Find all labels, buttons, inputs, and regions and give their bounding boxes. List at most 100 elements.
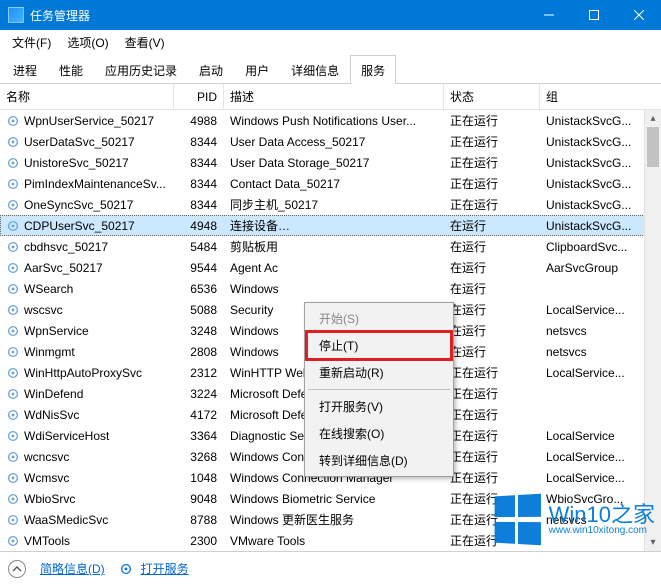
service-pid: 2300 (190, 534, 217, 548)
cm-search-online[interactable]: 在线搜索(O) (307, 420, 451, 447)
menu-view[interactable]: 查看(V) (117, 31, 173, 54)
content-area: 名称 PID 描述 状态 组 WpnUserService_502174988W… (0, 84, 661, 551)
cm-open-services[interactable]: 打开服务(V) (307, 393, 451, 420)
table-row[interactable]: UnistoreSvc_502178344User Data Storage_5… (0, 152, 661, 173)
table-row[interactable]: UserDataSvc_502178344User Data Access_50… (0, 131, 661, 152)
chevron-up-icon[interactable] (8, 560, 26, 578)
service-name: UnistoreSvc_50217 (24, 156, 129, 170)
service-status: 正在运行 (450, 196, 498, 213)
tab-users[interactable]: 用户 (234, 55, 280, 84)
service-group: LocalService... (546, 450, 625, 464)
menu-options[interactable]: 选项(O) (59, 31, 116, 54)
table-row[interactable]: PimIndexMaintenanceSv...8344Contact Data… (0, 173, 661, 194)
service-group: UnistackSvcG... (546, 198, 631, 212)
service-pid: 8344 (190, 177, 217, 191)
tab-services[interactable]: 服务 (350, 55, 396, 84)
table-row[interactable]: OneSyncSvc_502178344同步主机_50217正在运行Unista… (0, 194, 661, 215)
col-status[interactable]: 状态 (444, 84, 540, 109)
service-desc: 剪贴板用 (230, 238, 278, 255)
tab-app-history[interactable]: 应用历史记录 (94, 55, 188, 84)
service-icon (6, 345, 20, 359)
service-status: 正在运行 (450, 406, 498, 423)
service-pid: 8344 (190, 156, 217, 170)
tab-details[interactable]: 详细信息 (280, 55, 350, 84)
cm-restart[interactable]: 重新启动(R) (307, 359, 451, 386)
service-status: 在运行 (450, 238, 486, 255)
tab-startup[interactable]: 启动 (188, 55, 234, 84)
col-pid[interactable]: PID (174, 84, 224, 109)
tab-processes[interactable]: 进程 (2, 55, 48, 84)
service-desc: 连接设备… (230, 217, 290, 234)
service-status: 在运行 (450, 217, 486, 234)
service-pid: 9544 (190, 261, 217, 275)
fewer-details-link[interactable]: 简略信息(D) (40, 560, 105, 577)
vertical-scrollbar[interactable]: ▴ ▾ (644, 110, 661, 551)
service-pid: 3268 (190, 450, 217, 464)
cm-goto-details[interactable]: 转到详细信息(D) (307, 447, 451, 474)
table-row[interactable]: WpnUserService_502174988Windows Push Not… (0, 110, 661, 131)
service-status: 在运行 (450, 280, 486, 297)
service-group: UnistackSvcG... (546, 219, 631, 233)
watermark: Win10之家 www.win10xitong.com (493, 495, 655, 545)
app-icon (8, 7, 24, 23)
close-button[interactable] (616, 0, 661, 30)
service-desc: Windows Biometric Service (230, 492, 375, 506)
service-name: WbioSrvc (24, 492, 75, 506)
service-status: 正在运行 (450, 154, 498, 171)
service-pid: 9048 (190, 492, 217, 506)
service-icon (6, 324, 20, 338)
col-group[interactable]: 组 (540, 84, 650, 109)
service-group: LocalService... (546, 303, 625, 317)
service-group: ClipboardSvc... (546, 240, 627, 254)
service-icon (6, 408, 20, 422)
service-icon (6, 366, 20, 380)
service-group: LocalService... (546, 471, 625, 485)
service-status: 正在运行 (450, 112, 498, 129)
service-pid: 8344 (190, 135, 217, 149)
service-icon (6, 471, 20, 485)
title-bar: 任务管理器 (0, 0, 661, 30)
service-name: WdNisSvc (24, 408, 79, 422)
service-icon (6, 534, 20, 548)
col-name[interactable]: 名称 (0, 84, 174, 109)
service-desc: VMware Tools (230, 534, 305, 548)
menu-file[interactable]: 文件(F) (4, 31, 59, 54)
service-status: 正在运行 (450, 469, 498, 486)
scroll-thumb[interactable] (647, 127, 659, 167)
service-name: WpnUserService_50217 (24, 114, 154, 128)
service-name: CDPUserSvc_50217 (24, 219, 135, 233)
service-icon (6, 135, 20, 149)
service-icon (6, 387, 20, 401)
service-group: UnistackSvcG... (546, 156, 631, 170)
service-status: 正在运行 (450, 448, 498, 465)
table-row[interactable]: cbdhsvc_502175484剪贴板用在运行ClipboardSvc... (0, 236, 661, 257)
service-name: AarSvc_50217 (24, 261, 103, 275)
table-row[interactable]: WSearch6536Windows在运行 (0, 278, 661, 299)
service-pid: 4172 (190, 408, 217, 422)
open-services-link[interactable]: 打开服务 (141, 560, 189, 577)
table-row[interactable]: CDPUserSvc_502174948连接设备…在运行UnistackSvcG… (0, 215, 661, 236)
service-group: LocalService (546, 429, 615, 443)
service-pid: 3224 (190, 387, 217, 401)
service-status: 正在运行 (450, 511, 498, 528)
watermark-brand: Win10之家 (549, 504, 655, 526)
maximize-button[interactable] (571, 0, 616, 30)
service-pid: 6536 (190, 282, 217, 296)
service-name: UserDataSvc_50217 (24, 135, 135, 149)
service-icon (6, 450, 20, 464)
scroll-up-button[interactable]: ▴ (645, 110, 661, 127)
minimize-button[interactable] (526, 0, 571, 30)
cm-start[interactable]: 开始(S) (307, 305, 451, 332)
service-name: cbdhsvc_50217 (24, 240, 108, 254)
tab-performance[interactable]: 性能 (48, 55, 94, 84)
col-desc[interactable]: 描述 (224, 84, 444, 109)
service-name: WaaSMedicSvc (24, 513, 108, 527)
service-desc: Agent Ac (230, 261, 278, 275)
service-pid: 3364 (190, 429, 217, 443)
table-row[interactable]: AarSvc_502179544Agent Ac在运行AarSvcGroup (0, 257, 661, 278)
service-icon (6, 198, 20, 212)
service-icon (6, 114, 20, 128)
service-status: 正在运行 (450, 427, 498, 444)
service-name: WpnService (24, 324, 89, 338)
cm-stop[interactable]: 停止(T) (307, 332, 451, 359)
